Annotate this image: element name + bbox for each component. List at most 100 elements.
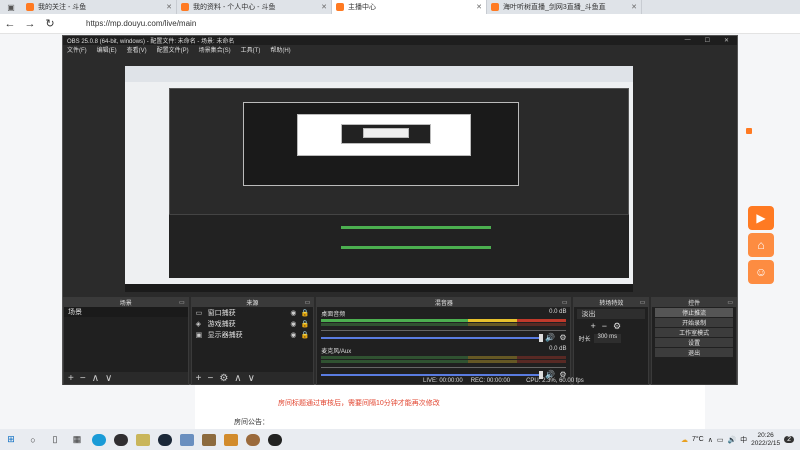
live-side-button[interactable]: ▶ bbox=[748, 206, 774, 230]
dock-float-icon[interactable]: ▭ bbox=[305, 299, 311, 306]
widgets-icon[interactable]: ▦ bbox=[68, 433, 86, 447]
tab-actions-icon[interactable]: ▣ bbox=[0, 0, 22, 14]
volume-slider[interactable] bbox=[321, 333, 544, 342]
volume-meter bbox=[321, 360, 567, 363]
track-gear-icon[interactable]: ⚙ bbox=[559, 333, 566, 342]
robot-side-button[interactable]: ☺ bbox=[748, 260, 774, 284]
game-app-icon[interactable] bbox=[200, 433, 218, 447]
browser-tab[interactable]: 我的资料 - 个人中心 - 斗鱼 ✕ bbox=[177, 0, 332, 14]
nested-preview-4 bbox=[363, 128, 409, 138]
menu-profile[interactable]: 配置文件(P) bbox=[157, 45, 189, 54]
studio-mode-button[interactable]: 工作室模式 bbox=[655, 328, 734, 337]
source-item[interactable]: ▭ 窗口捕获 ◉ 🔒 bbox=[192, 307, 314, 318]
game-app-icon[interactable] bbox=[178, 433, 196, 447]
source-name: 窗口捕获 bbox=[207, 309, 236, 317]
dock-float-icon[interactable]: ▭ bbox=[562, 299, 568, 306]
game-app-icon[interactable] bbox=[222, 433, 240, 447]
source-item[interactable]: ◈ 游戏捕获 ◉ 🔒 bbox=[192, 318, 314, 329]
volume-icon[interactable]: 🔊 bbox=[727, 436, 736, 444]
menu-scene-collection[interactable]: 场景集合(S) bbox=[199, 45, 231, 54]
start-recording-button[interactable]: 开始录制 bbox=[655, 318, 734, 327]
exit-button[interactable]: 退出 bbox=[655, 348, 734, 357]
transitions-dock: 转场特效 ▭ 淡出 + − ⚙ 时长 300 ms bbox=[573, 297, 650, 385]
add-scene-button[interactable]: + bbox=[68, 373, 74, 384]
source-properties-gear-icon[interactable]: ⚙ bbox=[219, 373, 228, 384]
remove-scene-button[interactable]: − bbox=[80, 373, 86, 384]
speaker-icon[interactable]: 🔊 bbox=[545, 333, 555, 342]
move-down-icon[interactable]: ∨ bbox=[248, 373, 255, 384]
browser-tab[interactable]: 我的关注 - 斗鱼 ✕ bbox=[22, 0, 177, 14]
maximize-icon[interactable]: ☐ bbox=[705, 37, 710, 44]
stop-streaming-button[interactable]: 停止推流 bbox=[655, 308, 734, 317]
dock-float-icon[interactable]: ▭ bbox=[179, 299, 185, 306]
controls-dock-title: 控件 bbox=[688, 301, 701, 307]
lock-icon[interactable]: 🔒 bbox=[301, 320, 310, 328]
visibility-eye-icon[interactable]: ◉ bbox=[290, 309, 296, 317]
source-name: 游戏捕获 bbox=[207, 320, 236, 328]
settings-button[interactable]: 设置 bbox=[655, 338, 734, 347]
monitor-icon: ▣ bbox=[195, 331, 203, 339]
dock-float-icon[interactable]: ▭ bbox=[640, 299, 646, 306]
transition-select[interactable]: 淡出 bbox=[577, 309, 646, 319]
browser-tab[interactable]: 海叶听树直播_剑网3直播_斗鱼直 ✕ bbox=[487, 0, 642, 14]
weather-icon[interactable]: ☁ bbox=[681, 436, 688, 444]
close-icon[interactable]: ✕ bbox=[724, 37, 729, 44]
menu-help[interactable]: 帮助(H) bbox=[270, 45, 290, 54]
move-up-icon[interactable]: ∧ bbox=[92, 373, 99, 384]
scenes-dock-title: 场景 bbox=[119, 301, 132, 307]
clock[interactable]: 20:26 2022/2/15 bbox=[751, 432, 780, 448]
home-side-button[interactable]: ⌂ bbox=[748, 233, 774, 257]
sources-dock-title: 来源 bbox=[246, 301, 259, 307]
search-icon[interactable]: ○ bbox=[24, 433, 42, 447]
obs-app-icon[interactable] bbox=[112, 433, 130, 447]
lock-icon[interactable]: 🔒 bbox=[301, 331, 310, 339]
steam-icon[interactable] bbox=[156, 433, 174, 447]
clock-time: 20:26 bbox=[757, 431, 774, 439]
live-status: LIVE: 00:00:00 bbox=[423, 377, 463, 384]
tray-chevron-icon[interactable]: ∧ bbox=[708, 436, 713, 444]
dock-float-icon[interactable]: ▭ bbox=[727, 299, 733, 306]
menu-file[interactable]: 文件(F) bbox=[67, 45, 87, 54]
tab-close-icon[interactable]: ✕ bbox=[476, 3, 482, 11]
minimize-icon[interactable]: — bbox=[685, 37, 691, 44]
remove-transition-button[interactable]: − bbox=[602, 321, 607, 332]
task-view-icon[interactable]: ▯ bbox=[46, 433, 64, 447]
lock-icon[interactable]: 🔒 bbox=[301, 309, 310, 317]
notification-badge[interactable]: 2 bbox=[784, 436, 794, 443]
menu-view[interactable]: 查看(V) bbox=[127, 45, 147, 54]
track-db: 0.0 dB bbox=[549, 309, 567, 315]
refresh-button[interactable]: ↻ bbox=[40, 17, 60, 30]
weather-temp[interactable]: 7°C bbox=[692, 436, 704, 443]
move-up-icon[interactable]: ∧ bbox=[234, 373, 241, 384]
forward-button[interactable]: → bbox=[20, 18, 40, 30]
menu-tools[interactable]: 工具(T) bbox=[241, 45, 261, 54]
input-language[interactable]: 中 bbox=[740, 435, 747, 445]
network-icon[interactable]: ▭ bbox=[717, 436, 724, 444]
visibility-eye-icon[interactable]: ◉ bbox=[290, 331, 296, 339]
game-app-icon[interactable] bbox=[244, 433, 262, 447]
source-item[interactable]: ▣ 显示器捕获 ◉ 🔒 bbox=[192, 329, 314, 340]
duration-input[interactable]: 300 ms bbox=[593, 334, 622, 343]
add-transition-button[interactable]: + bbox=[590, 321, 595, 332]
menu-edit[interactable]: 编辑(E) bbox=[97, 45, 117, 54]
obs-preview-canvas[interactable] bbox=[125, 66, 633, 292]
add-source-button[interactable]: + bbox=[196, 373, 202, 384]
back-button[interactable]: ← bbox=[0, 18, 20, 30]
tab-close-icon[interactable]: ✕ bbox=[166, 3, 172, 11]
visibility-eye-icon[interactable]: ◉ bbox=[290, 320, 296, 328]
edge-browser-icon[interactable] bbox=[90, 433, 108, 447]
move-down-icon[interactable]: ∨ bbox=[105, 373, 112, 384]
douyu-favicon-icon bbox=[491, 3, 499, 11]
volume-meter bbox=[321, 323, 567, 326]
gamepad-icon: ◈ bbox=[195, 320, 202, 328]
transition-gear-icon[interactable]: ⚙ bbox=[613, 321, 621, 332]
tab-close-icon[interactable]: ✕ bbox=[631, 3, 637, 11]
url-input[interactable]: https://mp.douyu.com/live/main bbox=[86, 19, 196, 28]
tab-close-icon[interactable]: ✕ bbox=[321, 3, 327, 11]
windows-start-icon[interactable]: ⊞ bbox=[2, 433, 20, 447]
game-app-icon[interactable] bbox=[134, 433, 152, 447]
browser-tab-active[interactable]: 主播中心 ✕ bbox=[332, 0, 487, 14]
obs-app-icon[interactable] bbox=[266, 433, 284, 447]
remove-source-button[interactable]: − bbox=[207, 373, 213, 384]
scene-item[interactable]: 场景 bbox=[64, 307, 188, 317]
